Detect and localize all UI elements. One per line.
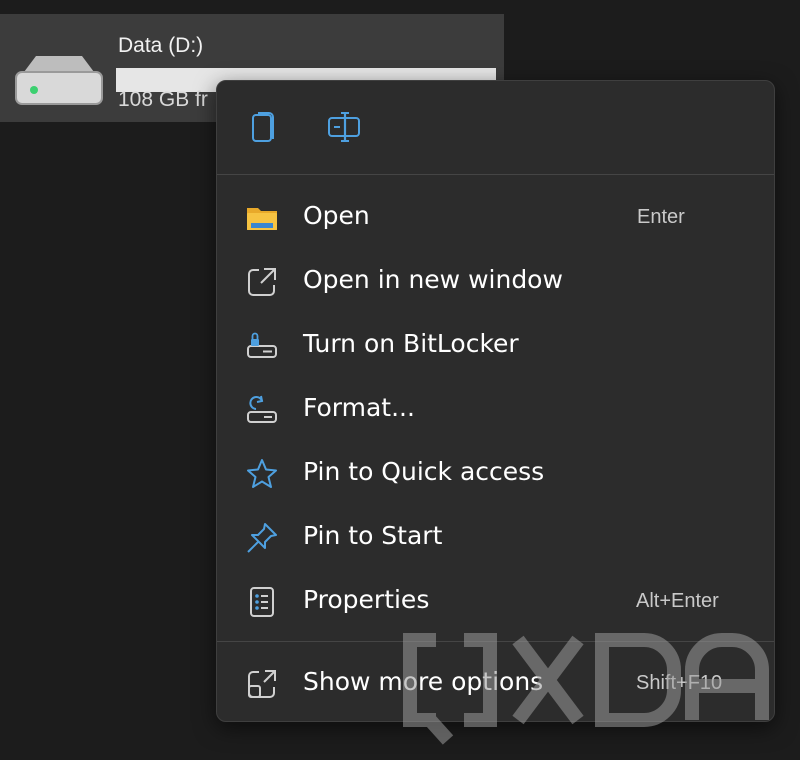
- menu-separator: [217, 641, 774, 642]
- menu-separator: [217, 174, 774, 175]
- menu-item-open-in-new-window[interactable]: Open in new window: [217, 251, 774, 309]
- star-icon: [245, 457, 279, 491]
- folder-icon: [245, 201, 279, 235]
- menu-item-format[interactable]: Format...: [217, 379, 774, 437]
- menu-item-label: Open: [303, 201, 370, 230]
- menu-item-label: Format...: [303, 393, 415, 422]
- menu-item-label: Pin to Quick access: [303, 457, 545, 486]
- menu-item-pin-to-start[interactable]: Pin to Start: [217, 507, 774, 565]
- show-more-options-icon: [245, 667, 279, 701]
- hard-drive-icon: [14, 52, 104, 108]
- open-new-window-icon: [245, 265, 279, 299]
- bitlocker-key-icon: [245, 329, 279, 363]
- copy-button[interactable]: [243, 105, 287, 149]
- menu-item-label: Properties: [303, 585, 430, 614]
- format-drive-icon: [245, 393, 279, 427]
- menu-item-properties[interactable]: Properties Alt+Enter: [217, 571, 774, 629]
- menu-item-show-more-options[interactable]: Show more options Shift+F10: [217, 653, 774, 711]
- properties-icon: [245, 585, 279, 619]
- menu-item-open[interactable]: Open Enter: [217, 187, 774, 245]
- copy-icon: [252, 112, 274, 142]
- rename-icon: [328, 112, 360, 142]
- context-menu: Open Enter Open in new window Turn on Bi…: [216, 80, 775, 722]
- menu-item-shortcut: Shift+F10: [636, 672, 723, 694]
- drive-name: Data (D:): [118, 34, 204, 57]
- menu-item-turn-on-bitlocker[interactable]: Turn on BitLocker: [217, 315, 774, 373]
- drive-free-space: 108 GB fr: [118, 88, 208, 111]
- menu-item-shortcut: Enter: [637, 206, 685, 228]
- menu-item-label: Turn on BitLocker: [303, 329, 519, 358]
- menu-item-label: Show more options: [303, 667, 544, 696]
- menu-item-label: Open in new window: [303, 265, 563, 294]
- rename-button[interactable]: [323, 105, 367, 149]
- menu-item-shortcut: Alt+Enter: [636, 590, 719, 612]
- quick-actions-row: [217, 81, 774, 174]
- pin-icon: [245, 521, 279, 555]
- menu-item-label: Pin to Start: [303, 521, 443, 550]
- menu-item-pin-to-quick-access[interactable]: Pin to Quick access: [217, 443, 774, 501]
